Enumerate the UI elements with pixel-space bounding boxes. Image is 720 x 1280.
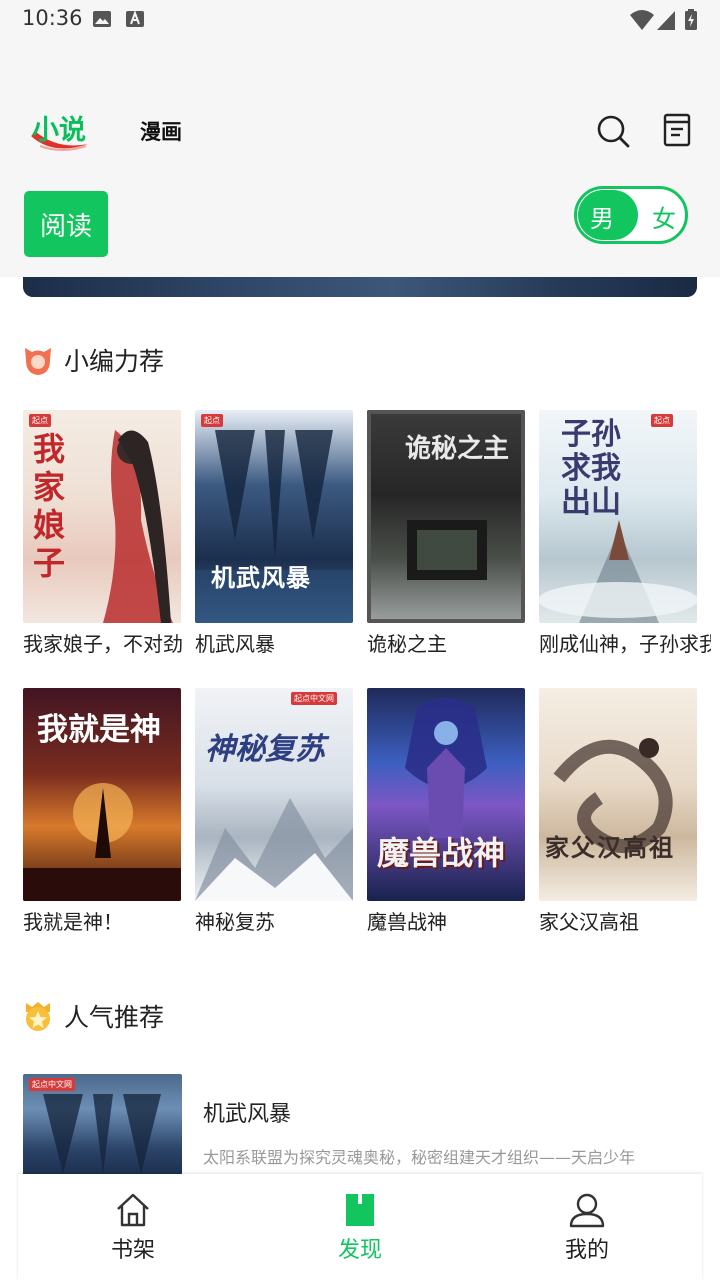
nav-discover[interactable]: 发现	[295, 1174, 425, 1280]
book-title: 诡秘之主	[367, 632, 447, 656]
header: 小说 漫画 阅读 男 女	[0, 40, 720, 277]
book-cover: 家父汉高祖	[539, 688, 697, 901]
font-icon	[126, 10, 144, 27]
nav-bookshelf[interactable]: 书架	[68, 1174, 198, 1280]
cover-title-art: 诡秘之主	[405, 434, 510, 464]
book-title: 刚成仙神，子孙求我出山	[539, 632, 711, 656]
nav-label: 发现	[337, 1238, 382, 1263]
cover-title-art: 神秘复苏	[205, 732, 325, 767]
wifi-icon	[630, 10, 654, 30]
gender-female-option[interactable]: 女	[652, 199, 676, 234]
book-card[interactable]: 我就是神 我就是神！	[23, 688, 181, 935]
book-card[interactable]: 起点中文网 神秘复苏 神秘复苏	[195, 688, 353, 935]
cover-art	[553, 738, 673, 853]
book-card[interactable]: 魔兽战神 魔兽战神	[367, 688, 525, 935]
tab-comic[interactable]: 漫画	[140, 116, 182, 146]
book-cover: 起点中文网 神秘复苏	[195, 688, 353, 901]
book-cover: 起点 我家娘子	[23, 410, 181, 623]
book-card[interactable]: 起点 子孙求我出山 刚成仙神，子孙求我出山	[539, 410, 711, 657]
book-card[interactable]: 家父汉高祖 家父汉高祖	[539, 688, 697, 935]
book-cover: 起点 机武风暴	[195, 410, 353, 623]
book-title: 我就是神！	[23, 910, 123, 934]
banner-carousel[interactable]	[23, 277, 697, 297]
history-icon[interactable]	[663, 113, 691, 147]
tab-novel[interactable]: 小说	[32, 108, 86, 147]
nav-label: 我的	[564, 1238, 609, 1263]
battery-icon	[685, 9, 697, 30]
bottom-navigation: 书架 发现 我的	[18, 1174, 702, 1280]
cover-title-art: 我家娘子	[33, 430, 66, 582]
cover-title-art: 魔兽战神	[377, 834, 506, 872]
cover-title-art: 机武风暴	[211, 563, 311, 592]
book-title: 家父汉高祖	[539, 910, 639, 934]
gender-toggle[interactable]: 男 女	[574, 186, 688, 244]
book-card[interactable]: 起点 机武风暴 机武风暴	[195, 410, 353, 657]
nav-profile[interactable]: 我的	[522, 1174, 652, 1280]
user-icon	[569, 1193, 605, 1228]
nav-label: 书架	[110, 1238, 155, 1263]
book-cover: 我就是神	[23, 688, 181, 901]
cover-title-art: 家父汉高祖	[545, 833, 675, 862]
cover-art	[43, 1094, 161, 1174]
book-cover: 魔兽战神	[367, 688, 525, 901]
section-title: 小编力荐	[64, 347, 165, 376]
book-cover: 起点 子孙求我出山	[539, 410, 697, 623]
book-title: 机武风暴	[195, 632, 275, 656]
image-icon	[93, 11, 111, 27]
section-title: 人气推荐	[64, 1003, 165, 1032]
home-icon	[117, 1193, 149, 1227]
cover-title-art: 子孙求我出山	[561, 417, 621, 520]
book-cover: 诡秘之主	[367, 410, 525, 623]
book-card[interactable]: 起点 我家娘子 我家娘子，不对劲	[23, 410, 183, 657]
medal-star-icon	[26, 1002, 50, 1031]
popular-book-title[interactable]: 机武风暴	[203, 1096, 291, 1128]
cover-art	[195, 798, 353, 901]
search-icon[interactable]	[596, 114, 630, 148]
cover-title-art: 我就是神	[37, 712, 161, 748]
status-time: 10:36	[22, 6, 83, 30]
signal-icon	[657, 11, 675, 30]
bookmark-icon	[346, 1194, 374, 1226]
fox-badge-icon	[25, 348, 51, 375]
book-card[interactable]: 诡秘之主 诡秘之主	[367, 410, 525, 657]
book-title: 神秘复苏	[195, 910, 275, 934]
book-title: 我家娘子，不对劲	[23, 632, 183, 656]
book-title: 魔兽战神	[367, 910, 447, 934]
popular-book-description: 太阳系联盟为探究灵魂奥秘，秘密组建天才组织——天启少年	[203, 1148, 636, 1167]
gender-male-option[interactable]: 男	[590, 199, 614, 234]
read-button[interactable]: 阅读	[24, 191, 108, 257]
popular-book-cover[interactable]: 起点中文网	[23, 1074, 182, 1174]
status-bar: 10:36	[0, 0, 720, 40]
